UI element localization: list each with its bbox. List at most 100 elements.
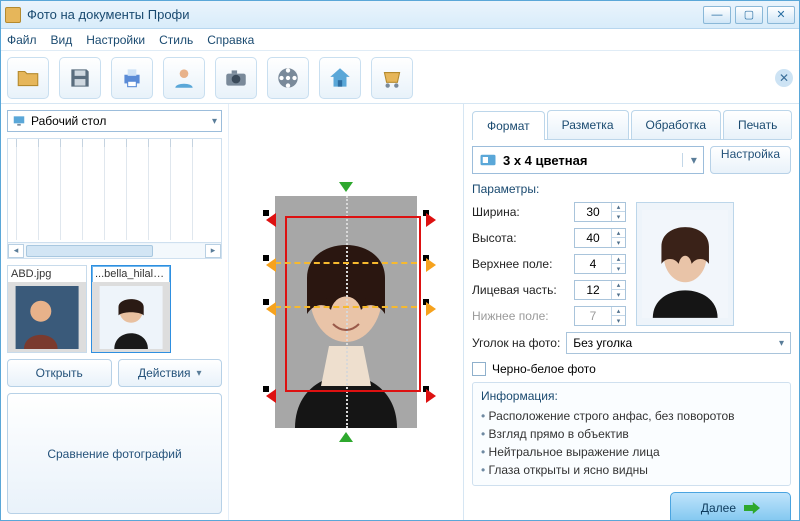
camera-icon[interactable]: [215, 57, 257, 99]
menu-help[interactable]: Справка: [207, 33, 254, 47]
params-label: Параметры:: [472, 182, 791, 196]
open-button[interactable]: Открыть: [7, 359, 112, 387]
tab-format[interactable]: Формат: [472, 111, 545, 140]
info-item: Нейтральное выражение лица: [481, 443, 782, 461]
info-box: Информация: Расположение строго анфас, б…: [472, 382, 791, 486]
body: Рабочий стол ▾ ◂ ▸ ABD.jpg ...bella_hil: [1, 104, 799, 520]
scroll-left-icon[interactable]: ◂: [8, 244, 24, 258]
params-fields: Ширина: 30▴▾ Высота: 40▴▾ Верхнее поле: …: [472, 202, 626, 326]
crop-handle-icon[interactable]: [423, 210, 429, 216]
right-pane: Формат Разметка Обработка Печать 3 x 4 ц…: [463, 104, 799, 520]
folder-browser[interactable]: ◂ ▸: [7, 138, 222, 259]
editor-pane: [229, 104, 463, 520]
params-block: Ширина: 30▴▾ Высота: 40▴▾ Верхнее поле: …: [472, 202, 791, 326]
save-icon[interactable]: [59, 57, 101, 99]
menu-style[interactable]: Стиль: [159, 33, 193, 47]
cart-icon[interactable]: [371, 57, 413, 99]
face-stepper[interactable]: 12▴▾: [574, 280, 626, 300]
resize-top-icon[interactable]: [339, 182, 353, 192]
corner-label: Уголок на фото:: [472, 336, 560, 350]
scroll-thumb[interactable]: [26, 245, 153, 257]
menu-file[interactable]: Файл: [7, 33, 37, 47]
bw-label: Черно-белое фото: [492, 362, 596, 376]
app-icon: [5, 7, 21, 23]
corner-row: Уголок на фото: Без уголка ▾: [472, 332, 791, 354]
print-icon[interactable]: [111, 57, 153, 99]
location-label: Рабочий стол: [31, 114, 106, 128]
eye-guide-top[interactable]: [275, 262, 417, 264]
crop-handle-icon[interactable]: [423, 386, 429, 392]
guide-handle-icon[interactable]: [423, 299, 429, 305]
minimize-button[interactable]: —: [703, 6, 731, 24]
thumbnails: ABD.jpg ...bella_hilal.jpg: [7, 265, 222, 353]
toolbar-row: ✕: [1, 51, 799, 104]
crop-handle-icon[interactable]: [263, 386, 269, 392]
user-icon[interactable]: [163, 57, 205, 99]
bottom-stepper: 7▴▾: [574, 306, 626, 326]
menu-settings[interactable]: Настройки: [86, 33, 145, 47]
format-row: 3 x 4 цветная ▾ Настройка: [472, 146, 791, 174]
guide-handle-icon[interactable]: [423, 255, 429, 261]
thumb-item[interactable]: ...bella_hilal.jpg: [91, 265, 171, 353]
reel-icon[interactable]: [267, 57, 309, 99]
crop-box[interactable]: [285, 216, 421, 392]
menu-view[interactable]: Вид: [51, 33, 73, 47]
chevron-down-icon: ▾: [682, 153, 697, 167]
panel-close-icon[interactable]: ✕: [775, 69, 793, 87]
horizontal-scrollbar[interactable]: ◂ ▸: [8, 242, 221, 258]
toolbar: [7, 57, 413, 99]
width-stepper[interactable]: 30▴▾: [574, 202, 626, 222]
chevron-down-icon: ▾: [212, 116, 217, 127]
left-pane: Рабочий стол ▾ ◂ ▸ ABD.jpg ...bella_hil: [1, 104, 229, 520]
home-icon[interactable]: [319, 57, 361, 99]
top-label: Верхнее поле:: [472, 257, 568, 271]
height-stepper[interactable]: 40▴▾: [574, 228, 626, 248]
thumb-caption: ABD.jpg: [8, 266, 86, 282]
location-select[interactable]: Рабочий стол ▾: [7, 110, 222, 132]
format-preset-label: 3 x 4 цветная: [503, 153, 587, 168]
desktop-icon: [12, 114, 26, 128]
resize-bottom-icon[interactable]: [339, 432, 353, 442]
actions-button[interactable]: Действия: [118, 359, 223, 387]
bw-row: Черно-белое фото: [472, 362, 791, 376]
corner-value: Без уголка: [573, 336, 632, 350]
config-button[interactable]: Настройка: [710, 146, 791, 174]
guide-handle-icon[interactable]: [263, 255, 269, 261]
photo-thumbnail-icon: [12, 286, 82, 349]
tab-process[interactable]: Обработка: [631, 110, 722, 139]
app-window: Фото на документы Профи — ▢ ✕ Файл Вид Н…: [0, 0, 800, 521]
photo-editor[interactable]: [261, 182, 431, 442]
crop-handle-icon[interactable]: [263, 210, 269, 216]
next-button[interactable]: Далее: [670, 492, 791, 520]
width-label: Ширина:: [472, 205, 568, 219]
param-top: Верхнее поле: 4▴▾: [472, 254, 626, 274]
next-label: Далее: [701, 501, 736, 515]
close-button[interactable]: ✕: [767, 6, 795, 24]
thumb-caption: ...bella_hilal.jpg: [92, 266, 170, 282]
corner-select[interactable]: Без уголка ▾: [566, 332, 791, 354]
param-face: Лицевая часть: 12▴▾: [472, 280, 626, 300]
tabs: Формат Разметка Обработка Печать: [472, 110, 791, 140]
format-preset-select[interactable]: 3 x 4 цветная ▾: [472, 146, 704, 174]
scroll-right-icon[interactable]: ▸: [205, 244, 221, 258]
open-icon[interactable]: [7, 57, 49, 99]
next-row: Далее: [472, 492, 791, 520]
face-label: Лицевая часть:: [472, 283, 568, 297]
maximize-button[interactable]: ▢: [735, 6, 763, 24]
eye-guide-bottom[interactable]: [275, 306, 417, 308]
tab-markup[interactable]: Разметка: [547, 110, 629, 139]
thumb-item[interactable]: ABD.jpg: [7, 265, 87, 353]
chevron-down-icon: ▾: [779, 338, 784, 349]
compare-button[interactable]: Сравнение фотографий: [7, 393, 222, 514]
window-title: Фото на документы Профи: [21, 7, 699, 22]
menubar: Файл Вид Настройки Стиль Справка: [1, 29, 799, 51]
photo-thumbnail-icon: [96, 286, 166, 349]
format-preview: [636, 202, 734, 326]
top-stepper[interactable]: 4▴▾: [574, 254, 626, 274]
left-buttons: Открыть Действия: [7, 359, 222, 387]
bw-checkbox[interactable]: [472, 362, 486, 376]
guide-handle-icon[interactable]: [263, 299, 269, 305]
arrow-right-icon: [744, 502, 760, 514]
tab-print[interactable]: Печать: [723, 110, 792, 139]
info-item: Глаза открыты и ясно видны: [481, 461, 782, 479]
